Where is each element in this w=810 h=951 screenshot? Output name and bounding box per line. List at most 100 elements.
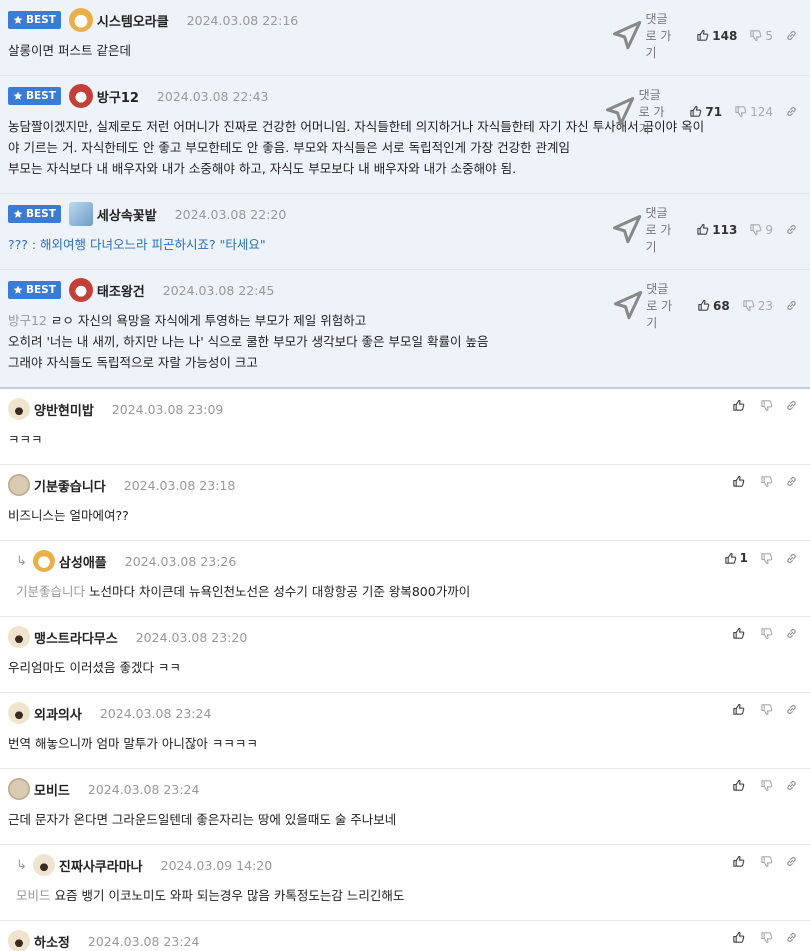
comment-text: 우리엄마도 이러셨음 좋겠다 ㅋㅋ (8, 660, 181, 675)
link-button[interactable] (785, 855, 798, 868)
go-to-reply-button[interactable]: 댓글로 가기 (612, 10, 674, 61)
upvote-button[interactable] (732, 931, 748, 944)
downvote-button[interactable] (760, 703, 773, 716)
best-badge-label: BEST (26, 90, 56, 102)
avatar[interactable] (8, 474, 30, 496)
downvote-button[interactable]: 5 (749, 29, 773, 43)
downvote-button[interactable] (760, 399, 773, 412)
upvote-button[interactable]: 148 (696, 29, 737, 43)
comment-line: 우리엄마도 이러셨음 좋겠다 ㅋㅋ (8, 657, 802, 678)
link-button[interactable] (785, 475, 798, 488)
comment-line: 야 기르는 거. 자식한테도 안 좋고 부모한테도 안 좋음. 부모와 자식들은… (8, 137, 802, 158)
downvote-button[interactable]: 9 (749, 223, 773, 237)
upvote-button[interactable] (732, 399, 748, 412)
comment-body: 모비드 요즘 뱅기 이코노미도 와파 되는경우 많음 카톡정도는감 느리긴해도 (16, 883, 802, 920)
thumbs-up-icon (733, 703, 745, 715)
avatar[interactable] (68, 8, 93, 32)
downvote-count: 23 (757, 298, 773, 313)
upvote-button[interactable] (732, 855, 748, 868)
link-icon (787, 107, 796, 116)
downvote-button[interactable] (760, 779, 773, 792)
downvote-button[interactable] (760, 931, 773, 944)
thumbs-up-icon (697, 223, 709, 235)
link-button[interactable] (785, 931, 798, 944)
comment-actions: 댓글로 가기 68 23 (613, 280, 798, 331)
comment-date: 2024.03.08 23:24 (99, 705, 212, 721)
nickname[interactable]: 시스템오라클 (97, 11, 169, 30)
comment-text: 야 기르는 거. 자식한테도 안 좋고 부모한테도 안 좋음. 부모와 자식들은… (8, 140, 571, 155)
nickname[interactable]: 양반현미밥 (34, 400, 94, 419)
avatar[interactable] (8, 398, 30, 420)
downvote-button[interactable] (760, 475, 773, 488)
comment-text: ㄹㅇ 자신의 욕망을 자식에게 투영하는 부모가 제일 위험하고 (50, 313, 367, 328)
best-comment: BEST 태조왕건 2024.03.08 22:45 댓글로 가기 68 23 방구12 ㄹㅇ… (0, 270, 810, 389)
go-to-reply-button[interactable]: 댓글로 가기 (605, 86, 667, 137)
nickname[interactable]: 모비드 (34, 780, 70, 799)
avatar[interactable] (68, 278, 93, 302)
link-button[interactable] (785, 552, 798, 565)
avatar[interactable] (68, 202, 93, 226)
upvote-button[interactable]: 1 (724, 551, 748, 565)
go-to-reply-button[interactable]: 댓글로 가기 (613, 280, 675, 331)
best-badge-label: BEST (26, 14, 56, 26)
comment-line: 근데 문자가 온다면 그라운드일텐데 좋은자리는 땅에 있을때도 술 주나보네 (8, 809, 802, 830)
link-button[interactable] (785, 627, 798, 640)
thumbs-down-icon (761, 932, 773, 944)
downvote-button[interactable] (760, 627, 773, 640)
avatar[interactable] (32, 854, 55, 876)
link-button[interactable] (785, 703, 798, 716)
nickname[interactable]: 하소정 (34, 932, 70, 951)
downvote-count: 5 (765, 28, 773, 43)
nickname[interactable]: 기분좋습니다 (34, 476, 106, 495)
downvote-button[interactable] (760, 552, 773, 565)
link-button[interactable] (785, 299, 798, 312)
nickname[interactable]: 세상속꽃밭 (97, 205, 157, 224)
avatar[interactable] (8, 930, 30, 951)
downvote-button[interactable]: 23 (742, 299, 773, 313)
downvote-count: 124 (750, 104, 773, 119)
avatar[interactable] (8, 626, 30, 648)
link-icon (787, 933, 796, 942)
nickname[interactable]: 진짜사쿠라마나 (59, 856, 143, 875)
mention[interactable]: 모비드 (16, 888, 51, 903)
avatar[interactable] (8, 702, 30, 724)
downvote-button[interactable] (760, 855, 773, 868)
downvote-button[interactable]: 124 (734, 105, 773, 119)
avatar[interactable] (32, 550, 55, 572)
upvote-button[interactable] (732, 627, 748, 640)
comment-line: 그래야 자식들도 독립적으로 자랄 가능성이 크고 (8, 352, 802, 373)
comment-line: 부모는 자식보다 내 배우자와 내가 소중해야 하고, 자식도 부모보다 내 배… (8, 158, 802, 179)
comment-text: ㅋㅋㅋ (8, 432, 43, 447)
link-icon (787, 553, 796, 563)
link-icon (787, 225, 796, 234)
star-icon (13, 91, 23, 100)
thumbs-up-icon (733, 855, 745, 867)
upvote-button[interactable]: 68 (697, 299, 730, 313)
link-button[interactable] (785, 779, 798, 792)
comment-date: 2024.03.08 22:43 (156, 88, 269, 104)
thumbs-up-icon (733, 779, 745, 791)
link-button[interactable] (785, 223, 798, 236)
upvote-button[interactable] (732, 475, 748, 488)
upvote-button[interactable]: 113 (696, 223, 737, 237)
nickname[interactable]: 방구12 (97, 87, 139, 106)
best-comment: BEST 세상속꽃밭 2024.03.08 22:20 댓글로 가기 113 9 ??? :… (0, 194, 810, 270)
mention[interactable]: 기분좋습니다 (16, 584, 85, 599)
nickname[interactable]: 태조왕건 (97, 281, 145, 300)
upvote-button[interactable] (732, 703, 748, 716)
nickname[interactable]: 외과의사 (34, 704, 82, 723)
thumbs-down-icon (761, 552, 773, 564)
upvote-button[interactable] (732, 779, 748, 792)
comment-header: ↳ 진짜사쿠라마나 2024.03.09 14:20 (16, 845, 802, 883)
avatar[interactable] (68, 84, 93, 108)
link-button[interactable] (785, 29, 798, 42)
mention[interactable]: 방구12 (8, 313, 47, 328)
go-to-reply-button[interactable]: 댓글로 가기 (612, 204, 674, 255)
link-button[interactable] (785, 399, 798, 412)
link-button[interactable] (785, 105, 798, 118)
avatar[interactable] (8, 778, 30, 800)
nickname[interactable]: 맹스트라다무스 (34, 628, 118, 647)
comment-text: 근데 문자가 온다면 그라운드일텐데 좋은자리는 땅에 있을때도 술 주나보네 (8, 812, 397, 827)
nickname[interactable]: 삼성애플 (59, 552, 107, 571)
upvote-button[interactable]: 71 (689, 105, 722, 119)
